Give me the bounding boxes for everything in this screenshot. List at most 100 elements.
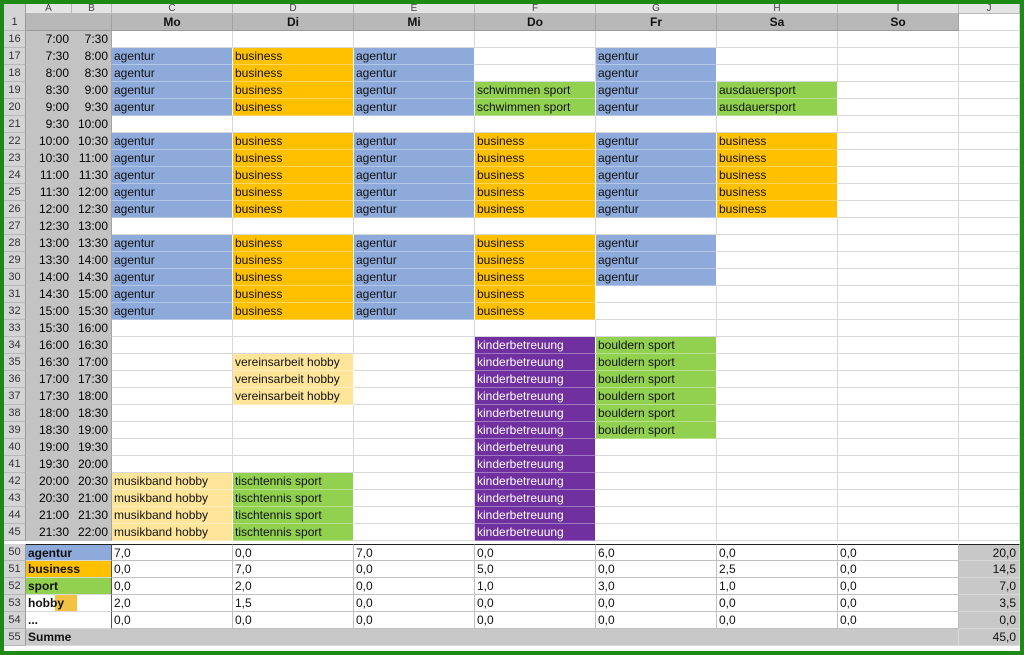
time-from-cell[interactable]: 7:00 (26, 31, 72, 48)
sum-total-cell[interactable]: 3,5 (959, 595, 1020, 612)
empty-cell[interactable] (838, 99, 959, 116)
time-to-cell[interactable]: 19:30 (72, 439, 112, 456)
time-from-cell[interactable]: 8:30 (26, 82, 72, 99)
column-j-cell[interactable] (959, 31, 1020, 48)
row-header[interactable]: 41 (4, 456, 26, 473)
sum-value-cell[interactable]: 0,0 (354, 595, 475, 612)
activity-cell-agentur[interactable]: agentur (112, 269, 233, 286)
empty-cell[interactable] (354, 116, 475, 133)
activity-cell-agentur[interactable]: agentur (596, 269, 717, 286)
time-from-cell[interactable]: 18:00 (26, 405, 72, 422)
summe-total[interactable]: 45,0 (959, 629, 1020, 646)
time-from-cell[interactable]: 14:00 (26, 269, 72, 286)
column-j-cell[interactable] (959, 184, 1020, 201)
sum-value-cell[interactable]: 3,0 (596, 578, 717, 595)
empty-cell[interactable] (596, 303, 717, 320)
empty-cell[interactable] (354, 31, 475, 48)
activity-cell-kinder[interactable]: kinderbetreuung (475, 490, 596, 507)
empty-cell[interactable] (596, 439, 717, 456)
activity-cell-agentur[interactable]: agentur (354, 133, 475, 150)
row-header[interactable]: 21 (4, 116, 26, 133)
empty-cell[interactable] (233, 456, 354, 473)
column-header-f[interactable]: F (475, 4, 596, 14)
empty-cell[interactable] (838, 473, 959, 490)
time-from-cell[interactable]: 7:30 (26, 48, 72, 65)
activity-cell-hobby[interactable]: vereinsarbeit hobby (233, 388, 354, 405)
time-to-cell[interactable]: 11:00 (72, 150, 112, 167)
time-from-cell[interactable]: 20:30 (26, 490, 72, 507)
empty-cell[interactable] (717, 405, 838, 422)
column-j-cell[interactable] (959, 439, 1020, 456)
activity-cell-agentur[interactable]: agentur (354, 286, 475, 303)
activity-cell-sport[interactable]: tischtennis sport (233, 473, 354, 490)
activity-cell-sport[interactable]: ausdauersport (717, 99, 838, 116)
row-header[interactable]: 39 (4, 422, 26, 439)
activity-cell-business[interactable]: business (233, 269, 354, 286)
empty-cell[interactable] (717, 371, 838, 388)
empty-cell[interactable] (354, 507, 475, 524)
empty-cell[interactable] (354, 473, 475, 490)
time-to-cell[interactable]: 10:00 (72, 116, 112, 133)
column-j-cell[interactable] (959, 116, 1020, 133)
column-j-cell[interactable] (959, 473, 1020, 490)
time-from-cell[interactable]: 21:30 (26, 524, 72, 541)
empty-cell[interactable] (112, 218, 233, 235)
time-to-cell[interactable]: 19:00 (72, 422, 112, 439)
row-header[interactable]: 38 (4, 405, 26, 422)
time-from-cell[interactable]: 17:00 (26, 371, 72, 388)
empty-cell[interactable] (838, 48, 959, 65)
day-header-di[interactable]: Di (233, 14, 354, 31)
row-header[interactable]: 42 (4, 473, 26, 490)
time-from-cell[interactable]: 16:30 (26, 354, 72, 371)
sum-value-cell[interactable]: 2,5 (717, 561, 838, 578)
time-to-cell[interactable]: 12:00 (72, 184, 112, 201)
column-j-cell[interactable] (959, 422, 1020, 439)
sum-total-cell[interactable]: 20,0 (959, 544, 1020, 561)
empty-cell[interactable] (233, 422, 354, 439)
time-from-cell[interactable]: 18:30 (26, 422, 72, 439)
sum-value-cell[interactable]: 0,0 (838, 578, 959, 595)
empty-cell[interactable] (838, 388, 959, 405)
activity-cell-agentur[interactable]: agentur (354, 269, 475, 286)
time-from-cell[interactable]: 20:00 (26, 473, 72, 490)
empty-cell[interactable] (838, 235, 959, 252)
empty-cell[interactable] (233, 218, 354, 235)
activity-cell-business[interactable]: business (475, 201, 596, 218)
empty-cell[interactable] (354, 388, 475, 405)
day-header-mi[interactable]: Mi (354, 14, 475, 31)
activity-cell-agentur[interactable]: agentur (112, 303, 233, 320)
time-from-cell[interactable]: 17:30 (26, 388, 72, 405)
empty-cell[interactable] (717, 303, 838, 320)
activity-cell-business[interactable]: business (233, 150, 354, 167)
activity-cell-business[interactable]: business (717, 184, 838, 201)
time-to-cell[interactable]: 11:30 (72, 167, 112, 184)
empty-cell[interactable] (475, 116, 596, 133)
row-header[interactable]: 19 (4, 82, 26, 99)
sum-total-cell[interactable]: 0,0 (959, 612, 1020, 629)
empty-cell[interactable] (354, 490, 475, 507)
empty-cell[interactable] (475, 65, 596, 82)
day-header-do[interactable]: Do (475, 14, 596, 31)
row-header[interactable]: 32 (4, 303, 26, 320)
column-j-cell[interactable] (959, 65, 1020, 82)
empty-cell[interactable] (475, 218, 596, 235)
activity-cell-business[interactable]: business (233, 184, 354, 201)
empty-cell[interactable] (112, 456, 233, 473)
empty-cell[interactable] (354, 354, 475, 371)
row-header[interactable]: 25 (4, 184, 26, 201)
sum-value-cell[interactable]: 0,0 (354, 612, 475, 629)
sum-value-cell[interactable]: 2,0 (112, 595, 233, 612)
empty-cell[interactable] (838, 490, 959, 507)
empty-cell[interactable] (717, 456, 838, 473)
time-to-cell[interactable]: 17:30 (72, 371, 112, 388)
column-j-cell[interactable] (959, 320, 1020, 337)
empty-cell[interactable] (838, 82, 959, 99)
empty-cell[interactable] (838, 167, 959, 184)
empty-cell[interactable] (354, 337, 475, 354)
column-j-cell[interactable] (959, 405, 1020, 422)
empty-cell[interactable] (838, 201, 959, 218)
empty-cell[interactable] (717, 422, 838, 439)
time-from-cell[interactable]: 9:00 (26, 99, 72, 116)
sum-value-cell[interactable]: 7,0 (354, 544, 475, 561)
time-to-cell[interactable]: 9:00 (72, 82, 112, 99)
